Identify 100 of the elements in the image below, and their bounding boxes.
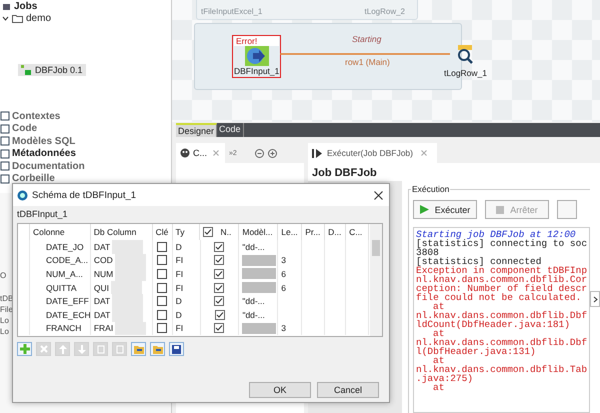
folder-icon (152, 344, 162, 354)
run-tab[interactable]: Exécuter(Job DBFJob) (308, 143, 437, 163)
table-cell: D (172, 240, 200, 254)
column-header[interactable]: Ty (172, 224, 200, 240)
sidebar-item[interactable]: Documentation (12, 160, 85, 172)
stop-icon (496, 206, 504, 214)
console-line: [statistics] connecting to soc (416, 239, 588, 248)
sidebar-item[interactable]: Métadonnées (12, 148, 76, 160)
console-line: at (433, 356, 444, 365)
tree-item[interactable]: demo (26, 12, 52, 24)
close-icon[interactable] (374, 190, 383, 200)
sidebar-item[interactable]: Corbeille (12, 173, 55, 184)
node-label: tFileInputExcel_1 (201, 7, 262, 16)
import-button[interactable] (131, 342, 146, 356)
save-icon (172, 344, 181, 354)
table-cell: FI (172, 322, 200, 336)
console-line: .java:275) (416, 374, 474, 383)
column-header[interactable]: Pr... (302, 224, 326, 240)
column-header[interactable]: D... (325, 224, 346, 240)
redaction-block (115, 322, 146, 336)
table-cell: FI (172, 254, 200, 268)
checkbox[interactable] (214, 310, 224, 320)
group-label: Exécution (411, 184, 450, 194)
page-icon (96, 344, 104, 354)
table-cell: 6 (281, 282, 286, 293)
checkbox[interactable] (157, 323, 168, 334)
editor-tab[interactable]: Code (217, 123, 244, 137)
node-label: DBFInput_1 (234, 66, 280, 76)
outline-item[interactable]: Lo (0, 327, 9, 336)
jobs-icon (2, 2, 11, 10)
zoom-in-icon[interactable] (268, 148, 277, 158)
database-input-icon[interactable] (244, 46, 269, 66)
console-line: at (433, 329, 444, 338)
page-icon (116, 344, 124, 354)
table-cell: DAT (94, 296, 110, 306)
column-header[interactable]: N.. (220, 227, 232, 237)
column-header[interactable]: Modèl... (239, 224, 278, 240)
sidebar-item[interactable]: Contextes (12, 110, 60, 122)
console-line: at (433, 302, 444, 311)
column-header[interactable]: C... (346, 224, 369, 240)
outline-item[interactable]: File (0, 305, 13, 314)
outline-item[interactable]: O (0, 271, 6, 280)
checkbox[interactable] (157, 296, 168, 306)
table-cell: DAT (94, 310, 110, 320)
table-cell: DAT (94, 242, 110, 252)
zoom-out-icon[interactable] (254, 148, 264, 158)
table-cell: DATE_JO (30, 240, 91, 254)
checkbox[interactable] (214, 242, 224, 252)
table-cell: 6 (281, 268, 286, 279)
section-icon (0, 161, 10, 172)
table-cell: "dd-... (242, 310, 265, 320)
dialog-title: Schéma de tDBFInput_1 (32, 190, 136, 200)
export-button[interactable] (150, 342, 165, 356)
tree-item[interactable]: DBFJob 0.1 (18, 64, 86, 76)
column-header[interactable]: Le... (278, 224, 302, 240)
editor-tab[interactable]: Designer (176, 123, 218, 137)
palette-tab[interactable]: C... (176, 143, 226, 163)
node-label: tLogRow_1 (444, 68, 488, 78)
checkbox[interactable] (157, 282, 168, 293)
table-cell: D (172, 294, 200, 308)
folder-icon (12, 14, 23, 22)
column-header[interactable]: Colonne (30, 224, 91, 240)
checkbox[interactable] (157, 310, 168, 320)
table-cell: COD (94, 255, 113, 266)
toolbar-button[interactable]: Exécuter (413, 200, 477, 219)
checkbox[interactable] (214, 268, 224, 279)
chevron-icon (592, 296, 598, 302)
checkbox[interactable] (214, 255, 224, 266)
arrow-down-icon (78, 344, 86, 354)
checkbox[interactable] (157, 268, 168, 279)
checkbox[interactable] (157, 242, 168, 252)
chevron-icon[interactable] (2, 14, 9, 22)
table-cell: DATE_ECH (30, 308, 91, 322)
table-cell: NUM_A... (30, 267, 91, 281)
sidebar-item[interactable]: Modèles SQL (12, 136, 76, 147)
outline-item[interactable]: Lo (0, 316, 9, 325)
checkbox[interactable] (214, 296, 224, 306)
checkbox[interactable] (214, 323, 224, 334)
tree-item[interactable]: Jobs (14, 0, 38, 12)
console-line: Starting job DBFJob at 12:00 (416, 230, 577, 239)
checkbox[interactable] (214, 282, 224, 293)
column-header[interactable]: Clé (152, 224, 173, 240)
checkbox[interactable] (203, 227, 214, 237)
table-cell: FI (172, 280, 200, 294)
dialog-button[interactable]: OK (249, 382, 311, 398)
status-label: Starting (352, 34, 382, 44)
app-icon (17, 190, 28, 200)
save-button[interactable] (169, 342, 184, 356)
section-icon (0, 136, 10, 146)
expand-button[interactable] (590, 291, 600, 307)
scrollbar[interactable] (370, 224, 382, 336)
sidebar-item[interactable]: Code (12, 123, 37, 134)
console-line: l(DbfHeader.java:131) (416, 347, 537, 356)
console-line: nl.knav.dans.common.dbflib.Tab (416, 365, 588, 374)
redaction-block (242, 254, 276, 266)
panel-heading: Job DBFJob (311, 166, 378, 181)
checkbox[interactable] (157, 255, 168, 266)
dialog-button[interactable]: Cancel (317, 382, 379, 398)
section-icon (0, 111, 10, 122)
table-cell: "dd-... (242, 242, 265, 252)
